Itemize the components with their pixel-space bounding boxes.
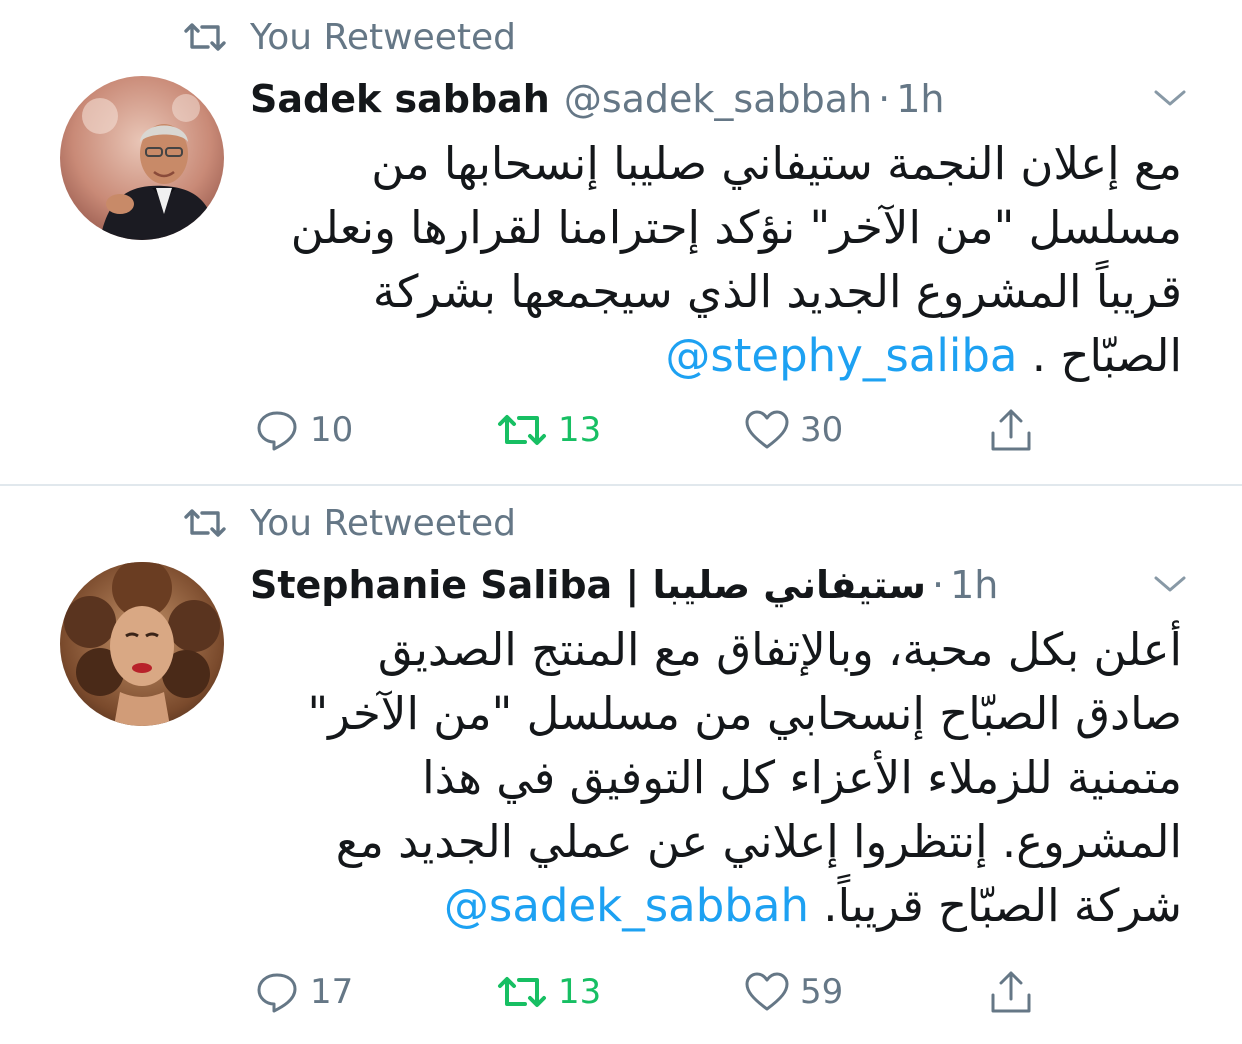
like-count: 30 bbox=[800, 410, 844, 450]
tweet-actions: 17 13 59 bbox=[0, 966, 1242, 1018]
heart-icon bbox=[745, 972, 789, 1011]
reply-button[interactable]: 10 bbox=[254, 404, 353, 456]
retweet-context: You Retweeted bbox=[182, 500, 516, 546]
retweet-icon bbox=[498, 415, 546, 445]
retweet-label: You Retweeted bbox=[250, 16, 517, 58]
mention-link[interactable]: @sadek_sabbah bbox=[444, 879, 809, 932]
avatar-woman-photo bbox=[60, 562, 224, 726]
share-button[interactable] bbox=[988, 404, 1034, 456]
author-handle[interactable]: @sadek_sabbah bbox=[564, 77, 872, 121]
like-count: 59 bbox=[800, 972, 844, 1012]
tweet-text-line: مع إعلان النجمة ستيفاني صليبا إنسحابها م… bbox=[371, 137, 1182, 190]
tweet-text-fragment: شركة الصبّاح قريباً. bbox=[808, 879, 1182, 932]
tweet-text: أعلن بكل محبة، وبالإتفاق مع المنتج الصدي… bbox=[250, 618, 1182, 938]
tweet-text-line: متمنية للزملاء الأعزاء كل التوفيق في هذا bbox=[422, 751, 1182, 804]
reply-count: 17 bbox=[310, 972, 354, 1012]
chevron-down-icon[interactable] bbox=[1152, 570, 1188, 598]
retweet-icon bbox=[498, 977, 546, 1007]
avatar-man-photo bbox=[60, 76, 224, 240]
tweet-text-line: مسلسل "من الآخر" نؤكد إحترامنا لقرارها و… bbox=[290, 201, 1182, 254]
reply-icon bbox=[257, 973, 297, 1013]
tweet-card[interactable]: You Retweeted Sadek sabbah @sadek_sabbah… bbox=[0, 0, 1242, 484]
reply-button[interactable]: 17 bbox=[254, 966, 353, 1018]
tweet-text-line: صادق الصبّاح إنسحابي من مسلسل "من الآخر" bbox=[307, 687, 1182, 740]
share-button[interactable] bbox=[988, 966, 1034, 1018]
tweet-text-line: الصبّاح . @stephy_saliba bbox=[250, 324, 1182, 388]
avatar[interactable] bbox=[60, 76, 224, 240]
avatar[interactable] bbox=[60, 562, 224, 726]
tweet-card[interactable]: You Retweeted Stephanie Saliba | ستيفاني… bbox=[0, 486, 1242, 1044]
tweet-text-line: المشروع. إنتظروا إعلاني عن عملي الجديد م… bbox=[335, 815, 1182, 868]
retweet-button[interactable]: 13 bbox=[496, 404, 601, 456]
retweet-icon bbox=[182, 503, 228, 543]
tweet-actions: 10 13 30 bbox=[0, 404, 1242, 456]
author-name[interactable]: Stephanie Saliba | ستيفاني صليبا bbox=[250, 563, 926, 607]
tweet-text-line: شركة الصبّاح قريباً. @sadek_sabbah bbox=[250, 874, 1182, 938]
retweet-count: 13 bbox=[558, 410, 602, 450]
reply-icon bbox=[257, 411, 297, 451]
tweet-text-fragment: الصبّاح . bbox=[1017, 329, 1182, 382]
tweet-text-line: قريباً المشروع الجديد الذي سيجمعها بشركة bbox=[372, 265, 1182, 318]
tweet-header: Stephanie Saliba | ستيفاني صليبا · 1h bbox=[250, 556, 998, 614]
retweet-icon bbox=[182, 17, 228, 57]
heart-icon bbox=[745, 410, 789, 449]
author-name[interactable]: Sadek sabbah bbox=[250, 77, 550, 121]
tweet-timestamp[interactable]: 1h bbox=[896, 77, 944, 121]
share-icon bbox=[991, 409, 1031, 451]
like-button[interactable]: 59 bbox=[744, 966, 843, 1018]
tweet-text: مع إعلان النجمة ستيفاني صليبا إنسحابها م… bbox=[250, 132, 1182, 388]
tweet-header: Sadek sabbah @sadek_sabbah · 1h bbox=[250, 70, 945, 128]
share-icon bbox=[991, 971, 1031, 1013]
retweet-context: You Retweeted bbox=[182, 14, 516, 60]
reply-count: 10 bbox=[310, 410, 354, 450]
tweet-timestamp[interactable]: 1h bbox=[950, 563, 998, 607]
tweet-text-line: أعلن بكل محبة، وبالإتفاق مع المنتج الصدي… bbox=[377, 623, 1182, 676]
retweet-button[interactable]: 13 bbox=[496, 966, 601, 1018]
like-button[interactable]: 30 bbox=[744, 404, 843, 456]
separator-dot: · bbox=[932, 563, 945, 607]
retweet-count: 13 bbox=[558, 972, 602, 1012]
separator-dot: · bbox=[878, 77, 891, 121]
mention-link[interactable]: @stephy_saliba bbox=[665, 329, 1017, 382]
retweet-label: You Retweeted bbox=[250, 502, 517, 544]
chevron-down-icon[interactable] bbox=[1152, 84, 1188, 112]
